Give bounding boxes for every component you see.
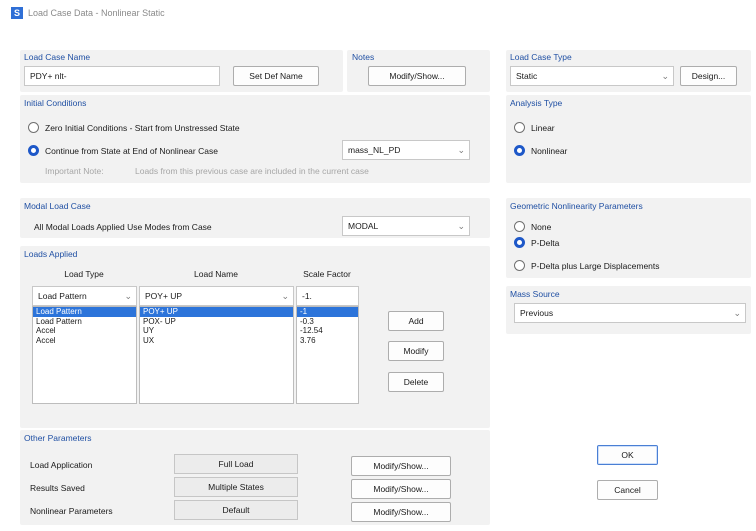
notes-modify-show-button[interactable]: Modify/Show... (368, 66, 466, 86)
analysis-nonlinear-radio[interactable] (514, 145, 525, 156)
ok-button[interactable]: OK (597, 445, 658, 465)
geometric-nonlinearity-heading: Geometric Nonlinearity Parameters (510, 201, 643, 211)
load-case-name-heading: Load Case Name (24, 52, 91, 62)
load-type-list[interactable]: Load Pattern Load Pattern Accel Accel (32, 306, 137, 404)
list-item[interactable]: UY (140, 326, 293, 336)
load-application-label: Load Application (30, 460, 93, 470)
chevron-down-icon: ⌄ (661, 71, 669, 81)
initial-conditions-heading: Initial Conditions (24, 98, 87, 108)
add-load-button[interactable]: Add (388, 311, 444, 331)
list-item[interactable]: -0.3 (297, 317, 358, 327)
scale-factor-column-header: Scale Factor (303, 269, 351, 279)
analysis-linear-label: Linear (531, 123, 555, 133)
chevron-down-icon: ⌄ (124, 291, 132, 301)
chevron-down-icon: ⌄ (281, 291, 289, 301)
geometric-none-label: None (531, 222, 552, 232)
mass-source-heading: Mass Source (510, 289, 560, 299)
geometric-large-displacements-radio[interactable] (514, 260, 525, 271)
cancel-button[interactable]: Cancel (597, 480, 658, 500)
continue-from-state-label: Continue from State at End of Nonlinear … (45, 146, 218, 156)
load-application-value: Full Load (174, 454, 298, 474)
list-item[interactable]: -1 (297, 307, 358, 317)
load-name-select-value: POY+ UP (145, 291, 183, 301)
modal-load-case-label: All Modal Loads Applied Use Modes from C… (34, 222, 212, 232)
geometric-none-radio[interactable] (514, 221, 525, 232)
geometric-large-displacements-label: P-Delta plus Large Displacements (531, 261, 660, 271)
list-item[interactable]: Accel (33, 326, 136, 336)
zero-initial-conditions-label: Zero Initial Conditions - Start from Uns… (45, 123, 240, 133)
load-case-name-input[interactable]: PDY+ nlt- (24, 66, 220, 86)
list-item[interactable]: POX- UP (140, 317, 293, 327)
load-case-type-heading: Load Case Type (510, 52, 572, 62)
load-type-select[interactable]: Load Pattern ⌄ (32, 286, 137, 306)
list-item[interactable]: Load Pattern (33, 317, 136, 327)
mass-source-value: Previous (520, 308, 554, 318)
app-icon: S (11, 7, 23, 19)
window-title: Load Case Data - Nonlinear Static (28, 8, 165, 18)
delete-load-button[interactable]: Delete (388, 372, 444, 392)
load-type-column-header: Load Type (64, 269, 104, 279)
load-name-column-header: Load Name (194, 269, 238, 279)
scale-factor-list[interactable]: -1 -0.3 -12.54 3.76 (296, 306, 359, 404)
design-button[interactable]: Design... (680, 66, 737, 86)
important-note-label: Important Note: (45, 166, 104, 176)
loads-applied-heading: Loads Applied (24, 249, 78, 259)
list-item[interactable]: POY+ UP (140, 307, 293, 317)
geometric-p-delta-label: P-Delta (531, 238, 560, 248)
load-type-select-value: Load Pattern (38, 291, 87, 301)
load-application-modify-button[interactable]: Modify/Show... (351, 456, 451, 476)
modal-load-case-value: MODAL (348, 221, 379, 231)
continue-case-select[interactable]: mass_NL_PD ⌄ (342, 140, 470, 160)
results-saved-label: Results Saved (30, 483, 85, 493)
modal-load-case-heading: Modal Load Case (24, 201, 91, 211)
chevron-down-icon: ⌄ (457, 145, 465, 155)
modify-load-button[interactable]: Modify (388, 341, 444, 361)
modal-load-case-select[interactable]: MODAL ⌄ (342, 216, 470, 236)
analysis-linear-radio[interactable] (514, 122, 525, 133)
zero-initial-conditions-radio[interactable] (28, 122, 39, 133)
nonlinear-parameters-label: Nonlinear Parameters (30, 506, 113, 516)
load-case-type-select[interactable]: Static ⌄ (510, 66, 674, 86)
geometric-p-delta-radio[interactable] (514, 237, 525, 248)
other-parameters-heading: Other Parameters (24, 433, 92, 443)
notes-heading: Notes (352, 52, 375, 62)
set-def-name-button[interactable]: Set Def Name (233, 66, 319, 86)
continue-case-value: mass_NL_PD (348, 145, 401, 155)
chevron-down-icon: ⌄ (457, 221, 465, 231)
continue-from-state-radio[interactable] (28, 145, 39, 156)
nonlinear-parameters-value: Default (174, 500, 298, 520)
results-saved-value: Multiple States (174, 477, 298, 497)
analysis-nonlinear-label: Nonlinear (531, 146, 568, 156)
chevron-down-icon: ⌄ (733, 308, 741, 318)
list-item[interactable]: UX (140, 336, 293, 346)
analysis-type-heading: Analysis Type (510, 98, 563, 108)
load-name-select[interactable]: POY+ UP ⌄ (139, 286, 294, 306)
load-name-list[interactable]: POY+ UP POX- UP UY UX (139, 306, 294, 404)
results-saved-modify-button[interactable]: Modify/Show... (351, 479, 451, 499)
list-item[interactable]: -12.54 (297, 326, 358, 336)
list-item[interactable]: Load Pattern (33, 307, 136, 317)
list-item[interactable]: 3.76 (297, 336, 358, 346)
nonlinear-parameters-modify-button[interactable]: Modify/Show... (351, 502, 451, 522)
scale-factor-input[interactable]: -1. (296, 286, 359, 306)
mass-source-select[interactable]: Previous ⌄ (514, 303, 746, 323)
list-item[interactable]: Accel (33, 336, 136, 346)
load-case-type-value: Static (516, 71, 538, 81)
important-note-text: Loads from this previous case are includ… (135, 166, 369, 176)
